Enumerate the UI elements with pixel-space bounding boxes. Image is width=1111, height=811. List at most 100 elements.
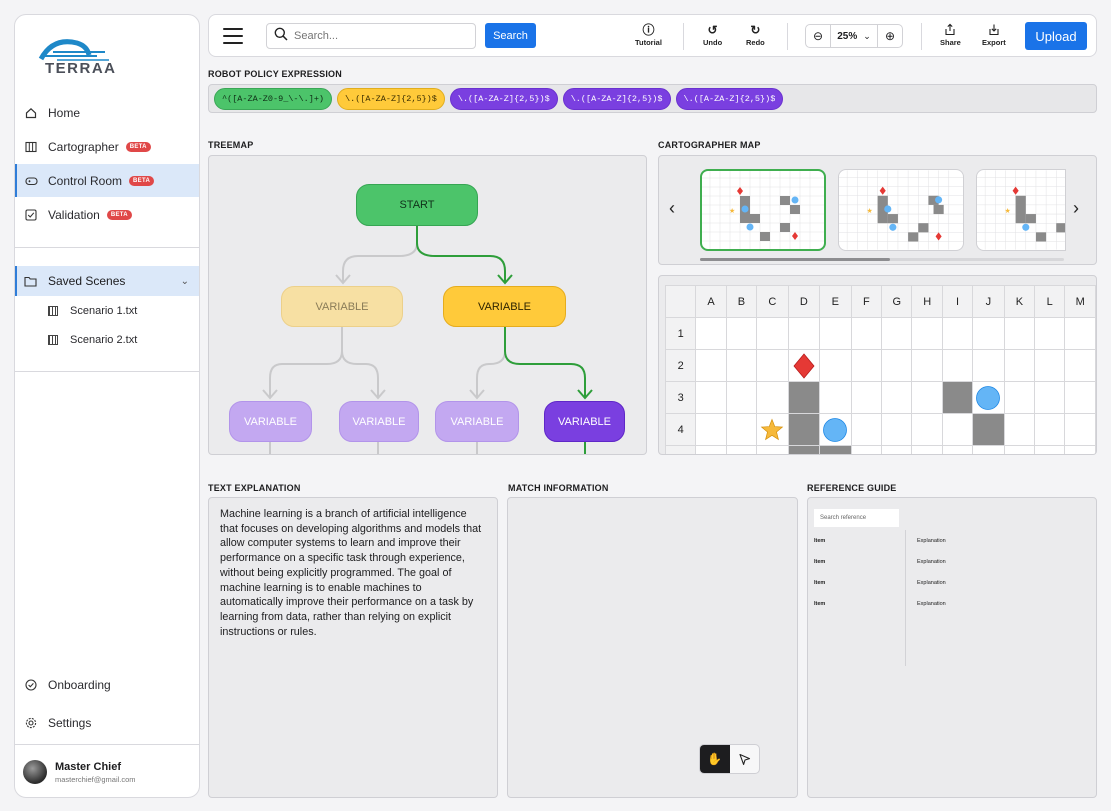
grid-cell[interactable] bbox=[695, 445, 727, 454]
policy-pill[interactable]: \.([A-ZA-Z]{2,5})$ bbox=[337, 87, 445, 110]
grid-cell[interactable] bbox=[819, 317, 852, 350]
grid-cell[interactable] bbox=[881, 413, 913, 446]
grid-cell[interactable] bbox=[1003, 317, 1036, 350]
policy-pill[interactable]: \.([A-ZA-Z]{2,5})$ bbox=[449, 87, 558, 110]
sidebar-item-cartographer[interactable]: Cartographer BETA bbox=[15, 130, 199, 163]
sidebar-item-onboarding[interactable]: Onboarding bbox=[15, 669, 199, 701]
grid-cell[interactable] bbox=[850, 349, 883, 382]
policy-pill[interactable]: \.([A-ZA-Z]{2,5})$ bbox=[675, 87, 784, 110]
search-input[interactable] bbox=[294, 30, 464, 42]
grid-cell[interactable] bbox=[787, 349, 821, 382]
grid-cell[interactable] bbox=[1064, 349, 1096, 382]
grid-cell[interactable] bbox=[941, 413, 974, 446]
grid-cell[interactable] bbox=[1003, 381, 1036, 414]
saved-scenes-toggle[interactable]: Saved Scenes ⌄ bbox=[15, 266, 199, 296]
grid-cell[interactable] bbox=[911, 381, 943, 414]
map-thumbnail[interactable]: ★ bbox=[700, 169, 826, 251]
grid-cell[interactable] bbox=[941, 317, 974, 350]
grid-cell[interactable] bbox=[756, 445, 789, 454]
grid-cell[interactable] bbox=[881, 349, 913, 382]
grid-cell[interactable] bbox=[850, 413, 883, 446]
treemap-variable-node[interactable]: VARIABLE bbox=[339, 401, 419, 442]
chevron-right-icon[interactable]: › bbox=[1073, 198, 1079, 219]
grid-cell[interactable] bbox=[1003, 349, 1036, 382]
sidebar-item-home[interactable]: Home bbox=[15, 96, 199, 129]
user-profile[interactable]: Master Chief masterchief@gmail.com bbox=[15, 744, 199, 797]
grid-cell[interactable] bbox=[1003, 445, 1036, 454]
wall-cell[interactable] bbox=[819, 445, 852, 454]
redo-button[interactable]: ↻ Redo bbox=[746, 23, 765, 47]
grid-cell[interactable] bbox=[972, 349, 1005, 382]
treemap-variable-node[interactable]: VARIABLE bbox=[544, 401, 625, 442]
grid-cell[interactable] bbox=[1003, 413, 1036, 446]
grid-cell[interactable] bbox=[1034, 413, 1066, 446]
grid-cell[interactable] bbox=[941, 349, 974, 382]
grid-cell[interactable] bbox=[725, 413, 758, 446]
upload-button[interactable]: Upload bbox=[1025, 22, 1087, 50]
grid-cell[interactable] bbox=[695, 381, 727, 414]
grid-cell[interactable] bbox=[695, 349, 727, 382]
policy-pill[interactable]: ^([A-ZA-Z0-9_\-\.]+) bbox=[214, 87, 333, 110]
grid-cell[interactable] bbox=[1034, 445, 1066, 454]
export-button[interactable]: Export bbox=[982, 23, 1006, 47]
grid-cell[interactable] bbox=[881, 317, 913, 350]
map-thumbnail[interactable]: ★ bbox=[838, 169, 964, 251]
grid-cell[interactable] bbox=[850, 445, 883, 454]
grid-cell[interactable] bbox=[1034, 317, 1066, 350]
grid-cell[interactable] bbox=[725, 349, 758, 382]
grid-cell[interactable] bbox=[1064, 445, 1096, 454]
sidebar-item-control-room[interactable]: Control Room BETA bbox=[15, 164, 199, 197]
grid-cell[interactable] bbox=[941, 445, 974, 454]
grid-cell[interactable] bbox=[911, 317, 943, 350]
grid-cell[interactable] bbox=[911, 413, 943, 446]
treemap-panel[interactable]: START VARIABLE VARIABLE VARIABLE VARIABL… bbox=[208, 155, 647, 455]
grid-cell[interactable] bbox=[756, 381, 789, 414]
wall-cell[interactable] bbox=[972, 413, 1005, 446]
grid-cell[interactable] bbox=[1064, 381, 1096, 414]
grid-cell[interactable] bbox=[819, 413, 852, 446]
zoom-in-icon[interactable]: ⊕ bbox=[878, 29, 902, 43]
reference-search-input[interactable]: Search reference bbox=[814, 509, 899, 527]
grid-cell[interactable] bbox=[1064, 413, 1096, 446]
sidebar-item-settings[interactable]: Settings bbox=[15, 707, 199, 739]
grid-cell[interactable] bbox=[725, 317, 758, 350]
grid-cell[interactable] bbox=[850, 381, 883, 414]
grid-cell[interactable] bbox=[695, 413, 727, 446]
grid-cell[interactable] bbox=[1034, 349, 1066, 382]
wall-cell[interactable] bbox=[941, 381, 974, 414]
thumbnail-scrollbar-track[interactable] bbox=[700, 258, 1064, 261]
grid-cell[interactable] bbox=[911, 349, 943, 382]
grid-cell[interactable] bbox=[756, 349, 789, 382]
grid-cell[interactable] bbox=[725, 381, 758, 414]
undo-button[interactable]: ↺ Undo bbox=[703, 23, 722, 47]
thumbnail-scrollbar-thumb[interactable] bbox=[700, 258, 890, 261]
grid-cell[interactable] bbox=[1064, 317, 1096, 350]
wall-cell[interactable] bbox=[787, 445, 821, 454]
grid-cell[interactable] bbox=[881, 381, 913, 414]
grid-cell[interactable] bbox=[819, 349, 852, 382]
hamburger-menu-icon[interactable] bbox=[223, 28, 243, 44]
grid-cell[interactable] bbox=[911, 445, 943, 454]
pointer-tool-icon[interactable] bbox=[730, 745, 760, 773]
wall-cell[interactable] bbox=[787, 381, 821, 414]
grid-cell[interactable] bbox=[756, 413, 789, 446]
grid-cell[interactable] bbox=[1034, 381, 1066, 414]
wall-cell[interactable] bbox=[787, 413, 821, 446]
grid-cell[interactable] bbox=[725, 445, 758, 454]
grid-cell[interactable] bbox=[787, 317, 821, 350]
zoom-out-icon[interactable]: ⊖ bbox=[806, 29, 830, 43]
file-scenario-2[interactable]: Scenario 2.txt bbox=[15, 325, 199, 354]
cartographer-grid-panel[interactable]: A B C D E F G H I J K L M 1 2 3 4 bbox=[658, 275, 1097, 455]
treemap-start-node[interactable]: START bbox=[356, 184, 478, 226]
sidebar-item-validation[interactable]: Validation BETA bbox=[15, 198, 199, 231]
grid-cell[interactable] bbox=[756, 317, 789, 350]
treemap-variable-node[interactable]: VARIABLE bbox=[229, 401, 312, 442]
grid-cell[interactable] bbox=[881, 445, 913, 454]
share-button[interactable]: Share bbox=[940, 23, 961, 47]
map-thumbnail[interactable]: ★ bbox=[976, 169, 1066, 251]
tutorial-button[interactable]: ⓘ Tutorial bbox=[635, 23, 662, 47]
zoom-select[interactable]: 25% ⌄ bbox=[830, 25, 878, 47]
match-information-panel[interactable]: ✋ bbox=[507, 497, 798, 798]
file-scenario-1[interactable]: Scenario 1.txt bbox=[15, 296, 199, 325]
treemap-variable-node[interactable]: VARIABLE bbox=[443, 286, 566, 327]
